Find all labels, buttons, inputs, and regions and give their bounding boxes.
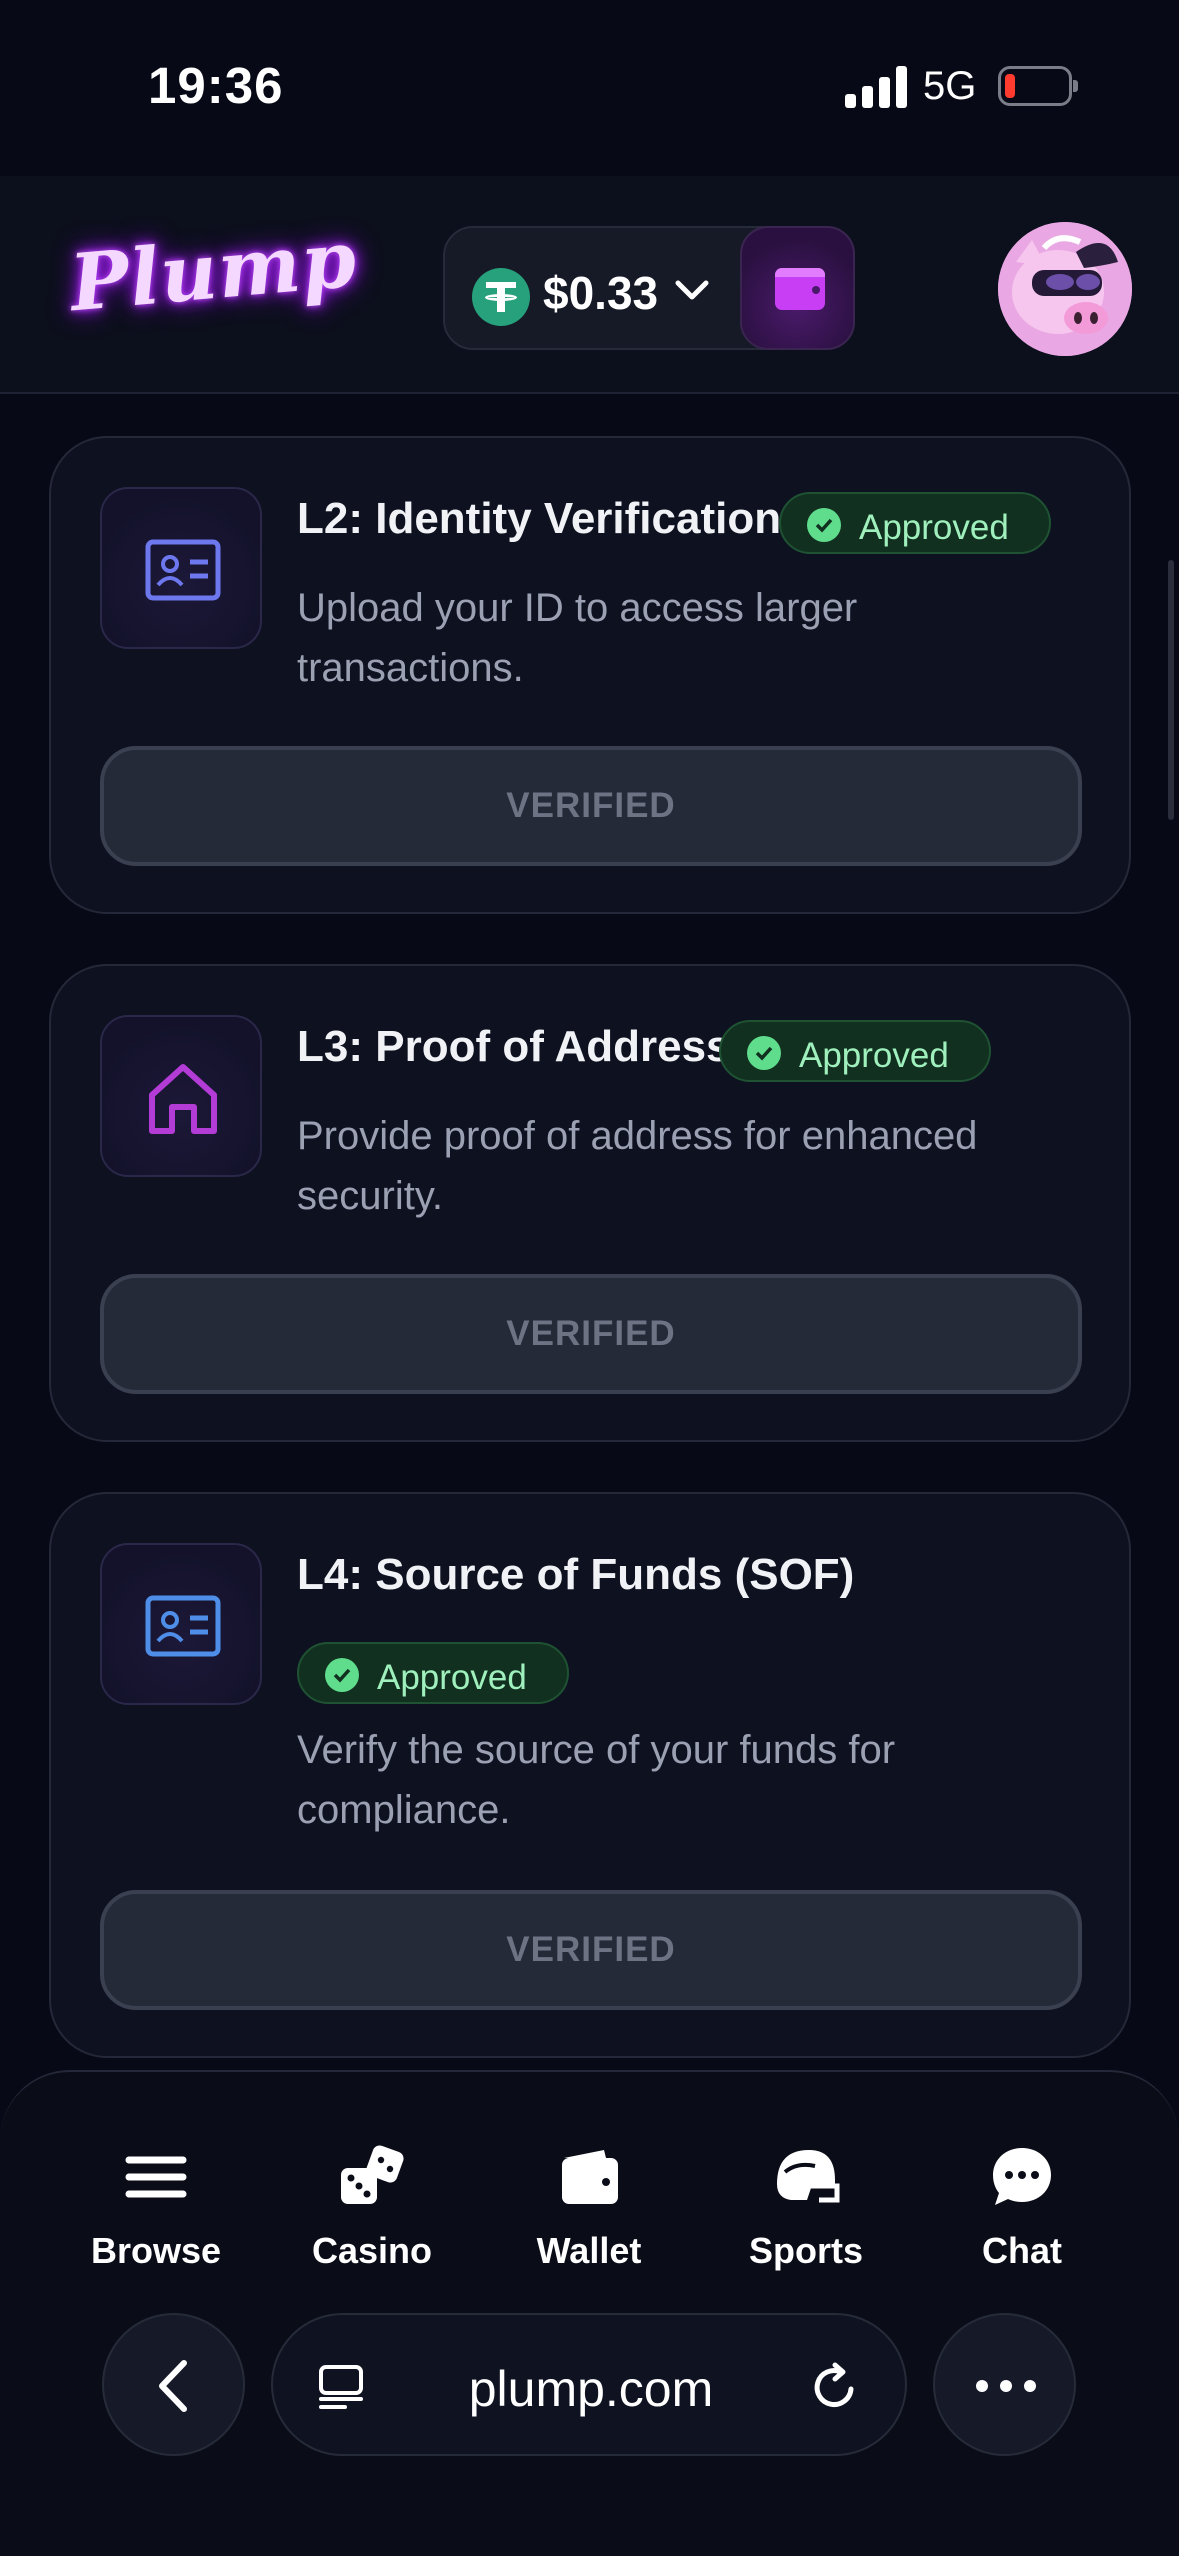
kyc-card-l4: L4: Source of Funds (SOF) Approved Verif… bbox=[49, 1492, 1131, 2058]
wallet-icon bbox=[562, 2150, 618, 2204]
card-description: Upload your ID to access larger transact… bbox=[297, 586, 858, 690]
check-circle-icon bbox=[747, 1036, 781, 1070]
kyc-card-l3: L3: Proof of Address Approved Provide pr… bbox=[49, 964, 1131, 1442]
battery-icon bbox=[998, 66, 1078, 106]
status-badge: Approved bbox=[297, 1642, 569, 1704]
chevron-down-icon bbox=[675, 280, 709, 300]
status-badge-label: Approved bbox=[377, 1658, 527, 1697]
balance-amount: $0.33 bbox=[543, 267, 659, 319]
browser-url-bar[interactable]: plump.com bbox=[271, 2313, 907, 2456]
nav-label: Casino bbox=[311, 2230, 433, 2271]
bottom-nav: Browse Casino Wallet Sports Chat plump.c… bbox=[0, 2070, 1179, 2556]
nav-item-browse[interactable]: Browse bbox=[66, 2112, 246, 2272]
card-icon-box bbox=[100, 1543, 262, 1705]
site-header: Plump $0.33 bbox=[0, 176, 1179, 394]
card-icon-box bbox=[100, 487, 262, 649]
status-badge: Approved bbox=[719, 1020, 991, 1082]
id-card-icon bbox=[145, 539, 221, 601]
reload-icon[interactable] bbox=[807, 2359, 863, 2415]
status-time: 19:36 bbox=[148, 57, 284, 114]
card-title: L3: Proof of Address bbox=[297, 1022, 731, 1071]
chat-icon bbox=[993, 2148, 1051, 2205]
status-bar: 19:36 5G bbox=[0, 0, 1179, 176]
card-title: L4: Source of Funds (SOF) bbox=[297, 1550, 855, 1599]
nav-label: Chat bbox=[982, 2230, 1062, 2271]
network-label: 5G bbox=[923, 64, 977, 108]
signal-icon bbox=[845, 66, 907, 108]
pig-avatar-icon bbox=[998, 222, 1132, 356]
status-badge: Approved bbox=[779, 492, 1051, 554]
scrollbar[interactable] bbox=[1168, 560, 1174, 820]
menu-icon bbox=[125, 2156, 187, 2198]
card-description: Provide proof of address for enhanced se… bbox=[297, 1114, 978, 1218]
verified-button[interactable]: VERIFIED bbox=[100, 746, 1082, 866]
nav-label: Sports bbox=[748, 2230, 863, 2271]
verified-button[interactable]: VERIFIED bbox=[100, 1890, 1082, 2010]
id-card-icon bbox=[145, 1595, 221, 1657]
nav-item-chat[interactable]: Chat bbox=[932, 2112, 1112, 2272]
card-description: Verify the source of your funds for comp… bbox=[297, 1728, 896, 1832]
tether-icon bbox=[472, 268, 530, 326]
nav-label: Wallet bbox=[536, 2230, 642, 2271]
plump-logo[interactable]: Plump bbox=[67, 214, 361, 330]
avatar[interactable] bbox=[998, 222, 1132, 356]
home-icon bbox=[149, 1064, 217, 1134]
browser-more-button[interactable] bbox=[933, 2313, 1076, 2456]
status-badge-label: Approved bbox=[799, 1036, 949, 1075]
helmet-icon bbox=[777, 2150, 840, 2203]
browser-back-button[interactable] bbox=[102, 2313, 245, 2456]
kyc-card-l2: L2: Identity Verification Approved Uploa… bbox=[49, 436, 1131, 914]
verified-button[interactable]: VERIFIED bbox=[100, 1274, 1082, 1394]
nav-label: Browse bbox=[90, 2230, 222, 2271]
wallet-button[interactable] bbox=[740, 226, 855, 350]
card-icon-box bbox=[100, 1015, 262, 1177]
more-dots-icon bbox=[976, 2380, 1036, 2392]
check-circle-icon bbox=[325, 1658, 359, 1692]
status-badge-label: Approved bbox=[859, 508, 1009, 547]
nav-item-casino[interactable]: Casino bbox=[282, 2112, 462, 2272]
check-circle-icon bbox=[807, 508, 841, 542]
card-title: L2: Identity Verification bbox=[297, 494, 782, 543]
nav-item-sports[interactable]: Sports bbox=[716, 2112, 896, 2272]
dice-icon bbox=[341, 2145, 404, 2204]
chevron-left-icon bbox=[159, 2360, 187, 2412]
nav-item-wallet[interactable]: Wallet bbox=[499, 2112, 679, 2272]
